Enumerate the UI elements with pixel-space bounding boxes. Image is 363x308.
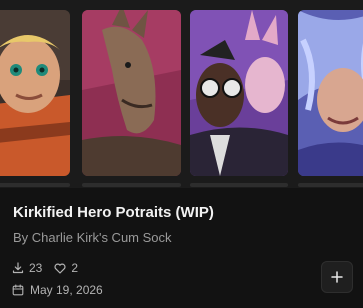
thumbnail-shadow-4 — [298, 183, 363, 187]
plus-icon — [331, 271, 343, 283]
download-icon — [12, 262, 24, 274]
portrait-image-3 — [190, 10, 288, 176]
preview-gallery[interactable] — [0, 0, 363, 188]
heart-icon — [54, 263, 66, 274]
model-card[interactable]: Kirkified Hero Potraits (WIP) By Charlie… — [0, 0, 363, 308]
thumbnail-shadow-3 — [190, 183, 288, 187]
thumbnail-shadow-2 — [82, 183, 181, 187]
publish-date-value: May 19, 2026 — [30, 283, 103, 297]
thumbnail-3[interactable] — [190, 10, 288, 176]
like-count-value: 2 — [71, 261, 79, 275]
calendar-icon — [12, 284, 24, 296]
thumbnail-shadow-1 — [0, 183, 70, 187]
portrait-image-1 — [0, 10, 70, 176]
like-count: 2 — [54, 261, 78, 275]
thumbnail-4[interactable] — [298, 10, 363, 176]
thumbnail-2[interactable] — [82, 10, 181, 176]
portrait-image-4 — [298, 10, 363, 176]
publish-date: May 19, 2026 — [12, 282, 103, 298]
author-name[interactable]: By Charlie Kirk's Cum Sock — [13, 230, 172, 245]
stats-row: 23 2 — [12, 260, 90, 276]
card-title[interactable]: Kirkified Hero Potraits (WIP) — [13, 204, 214, 221]
download-count-value: 23 — [29, 261, 43, 275]
add-to-collection-button[interactable] — [321, 261, 353, 293]
thumbnail-1[interactable] — [0, 10, 70, 176]
portrait-image-2 — [82, 10, 181, 176]
download-count: 23 — [12, 261, 42, 275]
